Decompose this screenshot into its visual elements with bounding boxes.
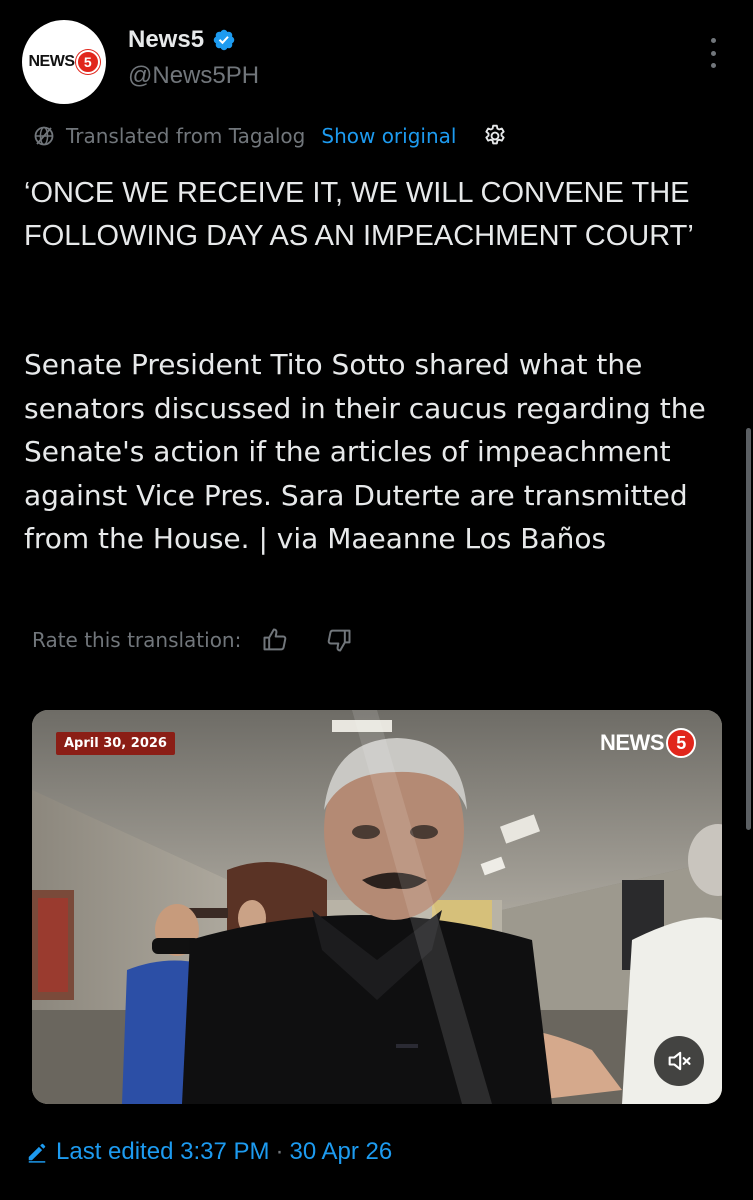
scrollbar[interactable] [746,428,751,830]
tweet-headline: ‘ONCE WE RECEIVE IT, WE WILL CONVENE THE… [24,177,694,252]
edited-date[interactable]: 30 Apr 26 [289,1138,392,1166]
author-handle[interactable]: @News5PH [128,62,259,90]
avatar-logo-number: 5 [75,50,100,74]
verified-badge-icon [213,29,235,51]
more-dot [710,50,716,56]
rate-translation-row: Rate this translation: [32,622,353,658]
pencil-icon [28,1143,46,1163]
more-options-icon[interactable] [700,38,726,68]
author-name-row[interactable]: News5 [128,26,236,54]
avatar[interactable]: NEWS 5 [22,20,106,104]
news5-logo: NEWS 5 [29,50,100,74]
mute-toggle-button[interactable] [654,1036,704,1086]
video-news5-logo: NEWS 5 [600,728,696,758]
last-edited-row[interactable]: Last edited 3:37 PM · 30 Apr 26 [26,1134,392,1170]
video-player[interactable]: April 30, 2026 NEWS 5 [32,710,722,1104]
edited-separator: · [275,1138,284,1165]
translate-globe-icon [34,126,54,146]
video-logo-number: 5 [666,728,696,758]
more-dot [710,38,716,43]
last-edited-label[interactable]: Last edited 3:37 PM [56,1138,269,1166]
speaker-muted-icon [668,1051,691,1071]
video-logo-text: NEWS [600,730,665,755]
tweet-body: Senate President Tito Sotto shared what … [24,348,706,556]
avatar-logo-text: NEWS [28,53,76,70]
video-date-badge: April 30, 2026 [56,732,175,755]
more-dot [710,63,716,68]
thumbs-up-icon[interactable] [261,626,289,654]
thumbs-down-icon[interactable] [325,626,353,654]
tweet-header: NEWS 5 News5 @News5PH [0,0,753,110]
author-display-name[interactable]: News5 [128,26,204,54]
rate-translation-label: Rate this translation: [32,628,242,652]
settings-gear-icon[interactable] [482,123,508,149]
show-original-link[interactable]: Show original [321,124,456,148]
translation-bar: Translated from Tagalog Show original [32,120,508,152]
video-frame [32,710,722,1104]
translated-from-label: Translated from Tagalog [66,124,306,148]
